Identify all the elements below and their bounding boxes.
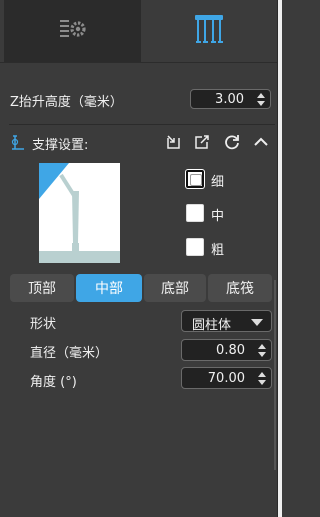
shape-value: 圆柱体 (192, 318, 232, 333)
settings-list-icon (59, 18, 87, 44)
support-structure-icon (192, 12, 226, 50)
angle-value: 70.00 (207, 371, 245, 386)
tab-settings[interactable] (4, 0, 141, 62)
thickness-medium-checkbox[interactable] (186, 204, 204, 222)
thickness-medium-label: 中 (211, 209, 225, 224)
diameter-label: 直径（毫米） (30, 346, 109, 361)
support-settings-title: 支撑设置: (32, 138, 89, 153)
divider (9, 124, 275, 125)
export-icon[interactable] (193, 133, 211, 155)
thickness-thick-checkbox[interactable] (186, 238, 204, 256)
tab-support[interactable] (141, 0, 277, 62)
segment-top-button[interactable]: 顶部 (10, 274, 74, 302)
scroll-track[interactable] (274, 280, 276, 470)
spin-arrows-icon[interactable] (258, 372, 266, 385)
lift-height-value: 3.00 (215, 92, 244, 107)
angle-spinbox[interactable]: 70.00 (181, 367, 272, 389)
segment-bottom-button[interactable]: 底部 (144, 274, 206, 302)
refresh-icon[interactable] (223, 133, 241, 155)
import-icon[interactable] (164, 133, 182, 155)
thickness-thick-label: 粗 (211, 243, 225, 258)
diameter-value: 0.80 (216, 343, 245, 358)
thickness-thin-checkbox[interactable] (186, 170, 204, 188)
window-edge (278, 0, 282, 517)
diameter-spinbox[interactable]: 0.80 (181, 339, 272, 361)
panel-tab-bar (0, 0, 277, 63)
shape-dropdown[interactable]: 圆柱体 (181, 310, 272, 333)
segment-middle-button[interactable]: 中部 (76, 274, 142, 302)
thickness-thin-label: 细 (211, 175, 225, 190)
shape-label: 形状 (30, 317, 57, 332)
spin-arrows-icon[interactable] (258, 344, 266, 357)
collapse-icon[interactable] (252, 133, 270, 155)
lift-height-label: Z抬升高度（毫米） (10, 95, 123, 110)
lift-height-spinbox[interactable]: 3.00 (190, 89, 271, 109)
segment-raft-button[interactable]: 底筏 (208, 274, 272, 302)
chevron-down-icon (251, 319, 263, 326)
support-pin-icon (10, 133, 28, 155)
support-preview-image (39, 163, 120, 263)
support-settings-panel: Z抬升高度（毫米） 3.00 支撑设置: 细 中 粗 顶部 中部 底部 底筏 形… (0, 0, 277, 517)
spin-arrows-icon[interactable] (257, 93, 265, 106)
angle-label: 角度 (°) (30, 375, 77, 390)
